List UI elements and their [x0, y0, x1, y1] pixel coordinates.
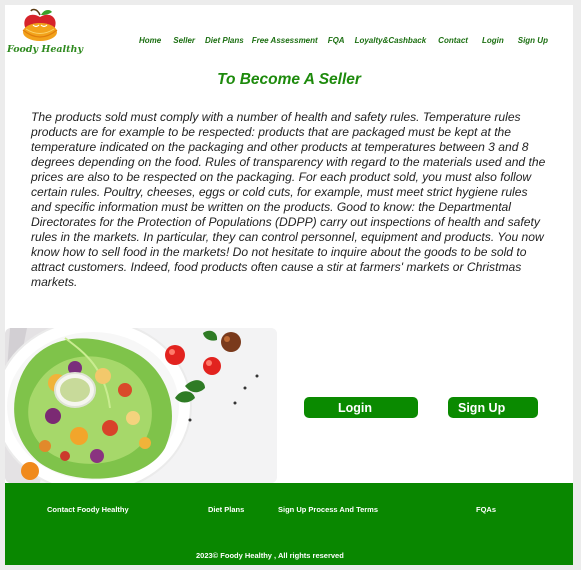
login-button[interactable]: Login: [304, 397, 418, 418]
nav-diet-plans[interactable]: Diet Plans: [205, 36, 244, 45]
copyright-text: 2023© Foody Healthy , All rights reserve…: [196, 551, 344, 560]
apple-bowl-icon: [22, 8, 58, 41]
nav-contact[interactable]: Contact: [438, 36, 468, 45]
footer-signup-terms-link[interactable]: Sign Up Process And Terms: [278, 505, 378, 514]
nav-home[interactable]: Home: [139, 36, 161, 45]
page: Foody Healthy Home Seller Diet Plans Fre…: [5, 5, 573, 565]
seller-rules-text: The products sold must comply with a num…: [31, 110, 546, 289]
footer-diet-plans-link[interactable]: Diet Plans: [208, 505, 244, 514]
footer: Contact Foody Healthy Diet Plans Sign Up…: [5, 483, 573, 565]
brand-logo[interactable]: Foody Healthy: [7, 6, 83, 60]
nav-login[interactable]: Login: [482, 36, 504, 45]
brand-name: Foody Healthy: [7, 44, 83, 55]
page-title: To Become A Seller: [217, 71, 361, 88]
footer-contact-link[interactable]: Contact Foody Healthy: [47, 505, 129, 514]
sign-up-button[interactable]: Sign Up: [448, 397, 538, 418]
footer-fqas-link[interactable]: FQAs: [476, 505, 496, 514]
nav-sign-up[interactable]: Sign Up: [518, 36, 548, 45]
nav-loyalty-cashback[interactable]: Loyalty&Cashback: [355, 36, 427, 45]
main-nav: Home Seller Diet Plans Free Assessment F…: [139, 33, 548, 47]
nav-fqa[interactable]: FQA: [328, 36, 345, 45]
nav-seller[interactable]: Seller: [173, 36, 195, 45]
nav-free-assessment[interactable]: Free Assessment: [252, 36, 318, 45]
salad-image: [5, 328, 277, 483]
